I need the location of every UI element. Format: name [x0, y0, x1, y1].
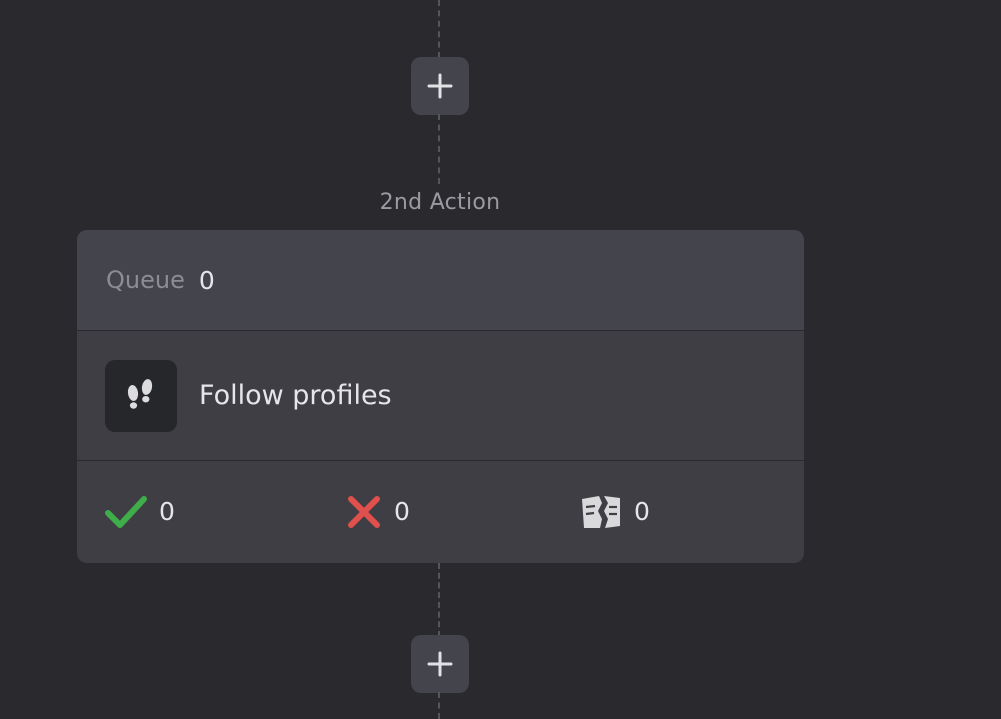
flow-connector-line: [438, 563, 440, 637]
cross-icon: [346, 494, 382, 530]
add-step-button-bottom[interactable]: [411, 635, 469, 693]
flow-connector-line: [438, 0, 440, 58]
queue-row: Queue 0: [77, 230, 804, 331]
checkmark-icon: [105, 494, 147, 530]
action-title: Follow profiles: [199, 380, 392, 411]
skipped-count: 0: [634, 497, 650, 526]
flow-connector-line: [438, 114, 440, 184]
plus-icon: [427, 73, 453, 99]
queue-label: Queue: [106, 266, 185, 294]
stat-success: 0: [105, 461, 175, 562]
stat-failed: 0: [346, 461, 410, 562]
torn-page-icon: [580, 493, 622, 531]
action-card[interactable]: Queue 0 Follow profiles 0 0 0: [77, 230, 804, 563]
stat-skipped: 0: [580, 461, 650, 562]
queue-count: 0: [198, 265, 215, 295]
stats-row: 0 0 0: [77, 461, 804, 562]
footprints-icon: [105, 359, 177, 432]
workflow-canvas: 2nd Action Queue 0 Follow profiles 0 0 0: [0, 0, 1001, 719]
failed-count: 0: [394, 497, 410, 526]
add-step-button-top[interactable]: [411, 57, 469, 115]
step-label: 2nd Action: [379, 190, 501, 215]
action-row[interactable]: Follow profiles: [77, 331, 804, 461]
flow-connector-line: [438, 692, 440, 719]
success-count: 0: [159, 497, 175, 526]
plus-icon: [427, 651, 453, 677]
